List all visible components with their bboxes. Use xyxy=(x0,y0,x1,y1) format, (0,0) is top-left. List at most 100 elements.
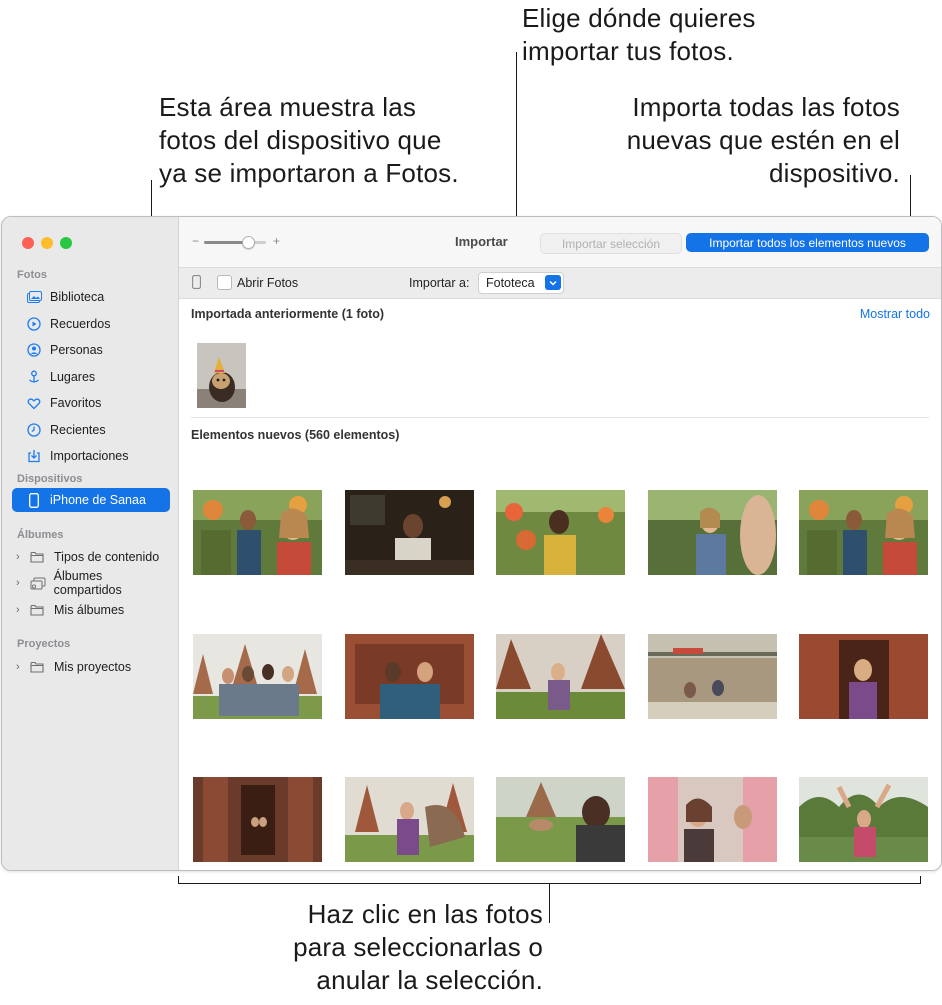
places-pin-icon xyxy=(26,369,42,385)
sidebar-item-label: Favoritos xyxy=(50,396,102,410)
zoom-in-icon[interactable]: + xyxy=(273,234,280,248)
import-options-bar: Abrir Fotos Importar a: Fototeca xyxy=(179,267,941,299)
photo-thumbnail[interactable] xyxy=(496,634,625,719)
import-all-new-button[interactable]: Importar todos los elementos nuevos xyxy=(686,233,929,252)
leader-line xyxy=(920,876,921,884)
folder-icon xyxy=(30,660,46,674)
sidebar-item-label: iPhone de Sanaa xyxy=(50,493,146,507)
photo-thumbnail[interactable] xyxy=(345,490,474,575)
toolbar: − + Importar Importar selección Importar… xyxy=(179,217,941,267)
sidebar-group-label: Álbumes compartidos xyxy=(53,569,122,597)
callout-line: nuevas que estén en el xyxy=(626,125,900,155)
chevron-right-icon[interactable]: › xyxy=(16,551,26,563)
sidebar-item-label: Lugares xyxy=(50,370,96,384)
callout-line: ya se importaron a Fotos. xyxy=(159,158,459,188)
minimize-window-button[interactable] xyxy=(41,237,53,249)
sidebar-item-lugares[interactable]: Lugares xyxy=(12,365,170,389)
sidebar-section-albumes: Álbumes xyxy=(17,529,64,541)
previously-imported-photo[interactable] xyxy=(197,343,246,408)
sidebar-section-proyectos: Proyectos xyxy=(17,638,71,650)
photo-thumbnail[interactable] xyxy=(799,777,928,862)
callout-line: dispositivo. xyxy=(768,158,900,188)
chevron-right-icon[interactable]: › xyxy=(16,577,26,589)
photo-thumbnail[interactable] xyxy=(648,634,777,719)
sidebar-item-recientes[interactable]: Recientes xyxy=(12,418,170,442)
sidebar-group-label: Tipos de contenido xyxy=(54,550,160,564)
shared-albums-icon xyxy=(30,576,46,590)
zoom-out-icon[interactable]: − xyxy=(192,234,199,248)
sidebar-item-recuerdos[interactable]: Recuerdos xyxy=(12,312,170,336)
sidebar-group-mis-proyectos[interactable]: › Mis proyectos xyxy=(12,655,170,679)
iphone-icon xyxy=(26,492,42,508)
callout-preimported: Esta área muestra las fotos del disposit… xyxy=(159,91,459,190)
photo-thumbnail[interactable] xyxy=(496,777,625,862)
zoom-window-button[interactable] xyxy=(60,237,72,249)
import-selected-button[interactable]: Importar selección xyxy=(540,233,682,254)
import-to-label: Importar a: xyxy=(409,276,470,290)
photo-library-icon xyxy=(26,289,42,305)
sidebar-group-mis-albumes[interactable]: › Mis álbumes xyxy=(12,598,170,622)
sidebar-item-label: Recuerdos xyxy=(50,317,111,331)
sidebar-item-personas[interactable]: Personas xyxy=(12,338,170,362)
folder-icon xyxy=(30,550,46,564)
chevron-right-icon[interactable]: › xyxy=(16,604,26,616)
callout-destination: Elige dónde quieres importar tus fotos. xyxy=(522,2,756,68)
zoom-slider-knob[interactable] xyxy=(242,236,255,249)
main-content: − + Importar Importar selección Importar… xyxy=(179,217,941,870)
callout-import-all: Importa todas las fotos nuevas que estén… xyxy=(627,91,900,190)
photo-thumbnail[interactable] xyxy=(496,490,625,575)
people-icon xyxy=(26,342,42,358)
sidebar-item-biblioteca[interactable]: Biblioteca xyxy=(12,285,170,309)
previously-imported-title: Importada anteriormente (1 foto) xyxy=(191,307,385,321)
sidebar-item-importaciones[interactable]: Importaciones xyxy=(12,444,170,468)
leader-line xyxy=(549,883,550,923)
photo-thumbnail[interactable] xyxy=(648,777,777,862)
chevron-down-icon xyxy=(545,275,561,290)
photo-thumbnail[interactable] xyxy=(799,634,928,719)
sidebar-group-tipos-de-contenido[interactable]: › Tipos de contenido xyxy=(12,545,170,569)
sidebar: Fotos Biblioteca Recuerdos Personas Luga… xyxy=(2,217,179,870)
open-photos-checkbox[interactable] xyxy=(217,275,232,290)
folder-icon xyxy=(30,603,46,617)
sidebar-item-label: Importaciones xyxy=(50,449,129,463)
callout-line: Elige dónde quieres xyxy=(522,3,756,33)
sidebar-item-label: Biblioteca xyxy=(50,290,105,304)
new-items-title: Elementos nuevos (560 elementos) xyxy=(191,428,400,442)
toolbar-title: Importar xyxy=(455,234,508,249)
callout-select: Haz clic en las fotos para seleccionarla… xyxy=(293,898,543,997)
heart-icon xyxy=(26,395,42,411)
photo-thumbnail[interactable] xyxy=(799,490,928,575)
device-iphone-icon xyxy=(192,275,201,294)
callout-line: para seleccionarlas o xyxy=(293,932,543,962)
photo-thumbnail[interactable] xyxy=(345,634,474,719)
import-destination-popup[interactable]: Fototeca xyxy=(478,272,564,294)
callout-line: Haz clic en las fotos xyxy=(307,899,543,929)
sidebar-section-dispositivos: Dispositivos xyxy=(17,473,83,485)
callout-line: Esta área muestra las xyxy=(159,92,417,122)
photos-window: Fotos Biblioteca Recuerdos Personas Luga… xyxy=(1,216,942,871)
photo-thumbnail[interactable] xyxy=(345,777,474,862)
callout-line: Importa todas las fotos xyxy=(632,92,900,122)
photo-thumbnail[interactable] xyxy=(648,490,777,575)
sidebar-group-albumes-compartidos[interactable]: › Álbumes compartidos xyxy=(12,569,170,597)
zoom-slider-fill xyxy=(204,241,247,244)
photo-thumbnail[interactable] xyxy=(193,634,322,719)
sidebar-item-favoritos[interactable]: Favoritos xyxy=(12,391,170,415)
sidebar-item-iphone[interactable]: iPhone de Sanaa xyxy=(12,488,170,512)
memories-icon xyxy=(26,316,42,332)
photo-thumbnail[interactable] xyxy=(193,777,322,862)
callout-line: importar tus fotos. xyxy=(522,36,734,66)
import-destination-value: Fototeca xyxy=(486,276,535,290)
sidebar-group-label: Mis álbumes xyxy=(54,603,125,617)
clock-icon xyxy=(26,422,42,438)
sidebar-item-label: Recientes xyxy=(50,423,106,437)
photo-thumbnail[interactable] xyxy=(193,490,322,575)
close-window-button[interactable] xyxy=(22,237,34,249)
chevron-right-icon[interactable]: › xyxy=(16,661,26,673)
show-all-link[interactable]: Mostrar todo xyxy=(860,307,930,321)
sidebar-item-label: Personas xyxy=(50,343,103,357)
import-icon xyxy=(26,448,42,464)
zoom-slider[interactable] xyxy=(204,236,266,249)
open-photos-label: Abrir Fotos xyxy=(237,276,299,290)
sidebar-section-fotos: Fotos xyxy=(17,269,47,281)
